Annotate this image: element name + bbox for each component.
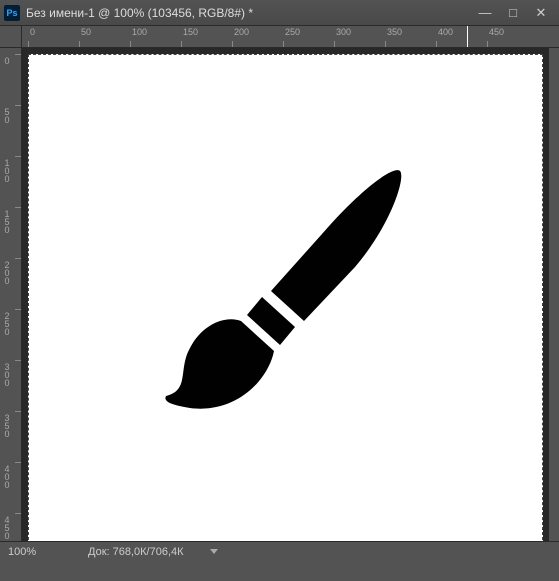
ruler-cursor-marker bbox=[467, 26, 468, 48]
close-button[interactable]: ✕ bbox=[527, 3, 555, 23]
statusbar: 100% Док: 768,0К/706,4К bbox=[0, 541, 559, 561]
vertical-ruler[interactable]: 050100150200250300350400450500 bbox=[0, 48, 22, 561]
statusbar-expand-icon[interactable] bbox=[210, 549, 218, 554]
app-icon: Ps bbox=[4, 5, 20, 21]
maximize-button[interactable]: □ bbox=[499, 3, 527, 23]
zoom-level[interactable]: 100% bbox=[8, 546, 68, 558]
brush-icon bbox=[136, 135, 436, 435]
document-size-info: Док: 768,0К/706,4К bbox=[88, 546, 184, 558]
ruler-origin[interactable] bbox=[0, 26, 22, 48]
editor-area: 050100150200250300350400450 050100150200… bbox=[0, 26, 559, 561]
canvas-viewport bbox=[22, 48, 549, 551]
horizontal-ruler[interactable]: 050100150200250300350400450 bbox=[22, 26, 559, 48]
document-title: Без имени-1 @ 100% (103456, RGB/8#) * bbox=[26, 6, 471, 20]
window-controls: — □ ✕ bbox=[471, 3, 555, 23]
titlebar[interactable]: Ps Без имени-1 @ 100% (103456, RGB/8#) *… bbox=[0, 0, 559, 26]
canvas[interactable] bbox=[28, 54, 543, 545]
minimize-button[interactable]: — bbox=[471, 3, 499, 23]
